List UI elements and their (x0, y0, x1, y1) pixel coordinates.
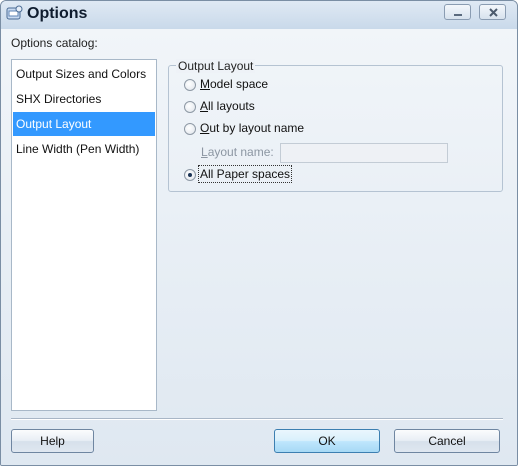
catalog-item-line-width[interactable]: Line Width (Pen Width) (13, 137, 155, 161)
options-app-icon (6, 5, 23, 22)
layout-name-input[interactable] (280, 143, 448, 163)
radio-button[interactable] (184, 101, 196, 113)
radio-button[interactable] (184, 123, 196, 135)
radio-label: All Paper spaces (197, 165, 293, 183)
radio-button[interactable] (184, 79, 196, 91)
options-dialog: Options Options catalog: Output Sizes an… (0, 0, 518, 466)
catalog-item-output-layout[interactable]: Output Layout (13, 112, 155, 136)
window-title: Options (27, 5, 88, 22)
catalog-item-shx-directories[interactable]: SHX Directories (13, 87, 155, 111)
output-layout-group-title: Output Layout (176, 59, 256, 73)
ok-button[interactable]: OK (274, 429, 380, 453)
radio-selected-dot (188, 173, 192, 177)
radio-label: All layouts (200, 99, 255, 113)
close-icon (489, 8, 498, 17)
radio-label: Out by layout name (200, 121, 305, 135)
radio-label: Model space (200, 77, 269, 91)
radio-button-checked[interactable] (184, 169, 196, 181)
dialog-body: Options catalog: Output Sizes and Colors… (1, 29, 517, 465)
catalog-item-output-sizes-and-colors[interactable]: Output Sizes and Colors (13, 62, 155, 86)
options-catalog-label: Options catalog: (11, 36, 98, 50)
cancel-button[interactable]: Cancel (394, 429, 500, 453)
close-button[interactable] (479, 4, 506, 20)
minimize-button[interactable] (444, 4, 471, 20)
options-catalog-list[interactable]: Output Sizes and Colors SHX Directories … (11, 59, 157, 411)
title-bar[interactable]: Options (1, 1, 517, 29)
layout-name-label: Layout name: (201, 145, 274, 159)
help-button[interactable]: Help (11, 429, 94, 453)
minimize-icon (454, 14, 462, 16)
footer-divider (11, 418, 503, 420)
